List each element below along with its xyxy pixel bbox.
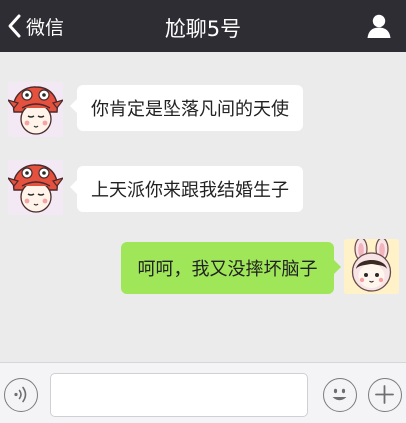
- voice-icon: [14, 386, 27, 403]
- emoji-icon: [332, 388, 347, 401]
- header-bar: 微信 尬聊5号: [0, 0, 406, 52]
- plus-button[interactable]: [368, 378, 402, 412]
- message-input[interactable]: [50, 373, 308, 417]
- fox-girl-avatar[interactable]: [8, 82, 63, 137]
- bubble-tail: [70, 180, 77, 194]
- chat-title: 尬聊5号: [164, 17, 242, 41]
- plus-icon: [375, 385, 394, 404]
- emoji-button[interactable]: [323, 378, 357, 412]
- chat-screen: 微信 尬聊5号 你肯定是坠落凡间的天使 上天派你来跟我结婚生子 呵呵，我又没摔坏…: [0, 0, 406, 423]
- message-bubble[interactable]: 上天派你来跟我结婚生子: [77, 166, 303, 212]
- message-row-received: 上天派你来跟我结婚生子: [0, 137, 406, 217]
- voice-button[interactable]: [4, 378, 38, 412]
- message-row-received: 你肯定是坠落凡间的天使: [0, 52, 406, 137]
- fox-girl-avatar[interactable]: [8, 160, 63, 215]
- bunny-girl-avatar[interactable]: [344, 239, 399, 294]
- bubble-tail: [334, 260, 341, 274]
- message-text: 呵呵，我又没摔坏脑子: [137, 259, 318, 280]
- message-bubble[interactable]: 你肯定是坠落凡间的天使: [77, 85, 303, 131]
- bubble-tail: [70, 99, 77, 113]
- person-icon[interactable]: [366, 13, 392, 39]
- message-text: 你肯定是坠落凡间的天使: [91, 99, 289, 120]
- message-bubble[interactable]: 呵呵，我又没摔坏脑子: [121, 242, 334, 294]
- message-text: 上天派你来跟我结婚生子: [91, 180, 289, 201]
- message-row-sent: 呵呵，我又没摔坏脑子: [0, 217, 406, 307]
- message-list[interactable]: 你肯定是坠落凡间的天使 上天派你来跟我结婚生子 呵呵，我又没摔坏脑子: [0, 52, 406, 362]
- input-bar: [0, 362, 406, 423]
